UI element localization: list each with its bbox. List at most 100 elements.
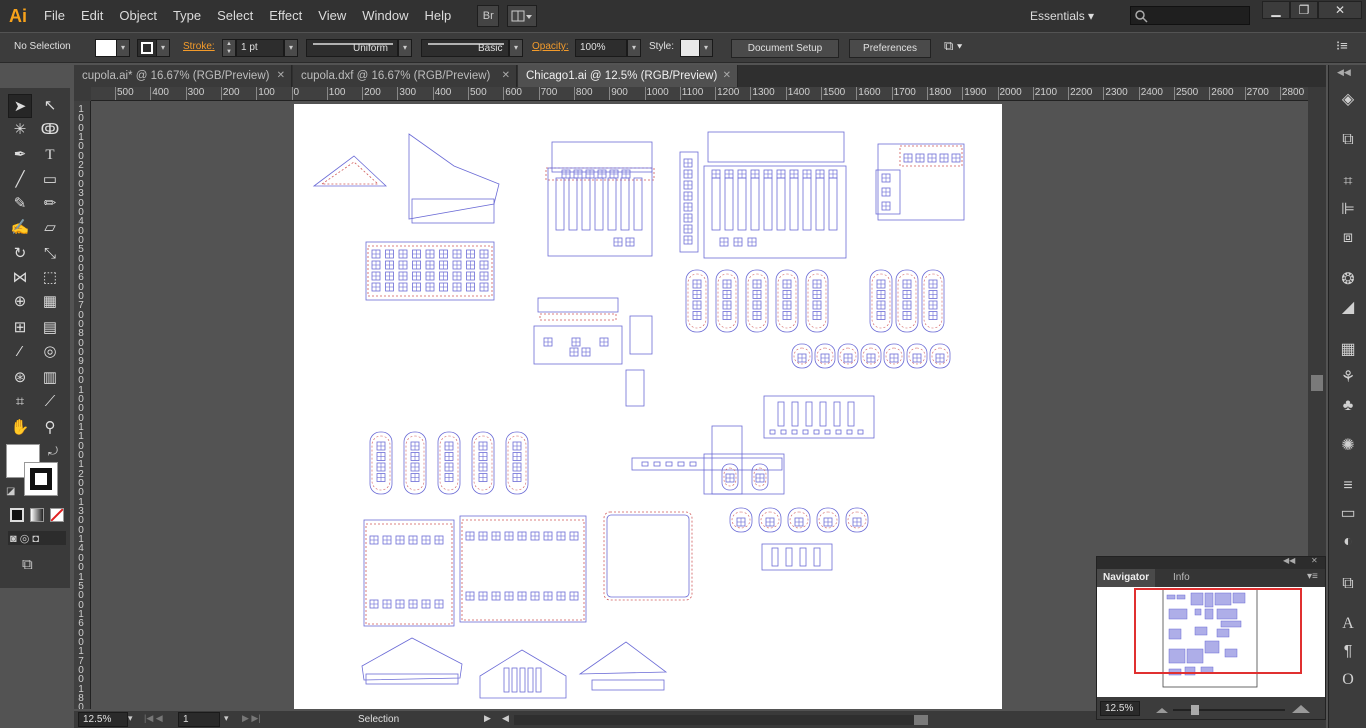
column[interactable] <box>833 401 841 427</box>
navigator-zoom-input[interactable]: 12.5% <box>1100 701 1140 716</box>
roof-piece[interactable] <box>408 133 500 220</box>
selection-tool-icon[interactable]: ➤ <box>8 94 32 118</box>
horizontal-ruler[interactable]: 500 400 300 200 100 0 100 200 300 400 500 600 700 800… <box>91 87 1308 101</box>
window-slot[interactable] <box>519 667 526 693</box>
shape-builder-tool-icon[interactable]: ⊕ <box>8 290 32 314</box>
magic-wand-tool-icon[interactable]: ✳ <box>8 118 32 142</box>
hand-tool-icon[interactable]: ✋ <box>8 416 32 440</box>
collapse-dock-icon[interactable]: ◀◀ <box>1337 67 1351 78</box>
direct-selection-tool-icon[interactable]: ↖ <box>38 94 62 118</box>
zoom-level-input[interactable]: 12.5% <box>78 712 128 727</box>
status-menu-icon[interactable]: ▶ <box>484 713 491 724</box>
appearance-panel-icon[interactable]: ✺ <box>1337 435 1359 457</box>
transparency-panel-icon[interactable]: ◐ <box>1337 531 1359 553</box>
tab-cupola-ai[interactable]: cupola.ai* @ 16.67% (RGB/Preview) ✕ <box>74 65 292 87</box>
slot[interactable] <box>802 429 809 435</box>
pilaster[interactable] <box>581 177 591 231</box>
crenellation-piece[interactable] <box>537 297 619 313</box>
pilaster[interactable] <box>568 177 578 231</box>
column[interactable] <box>805 401 813 427</box>
artboard-dropdown-icon[interactable]: ▾ <box>224 713 229 724</box>
pilaster[interactable] <box>789 177 799 231</box>
perspective-grid-tool-icon[interactable]: ▦ <box>38 290 62 314</box>
artboard[interactable] <box>294 104 1002 709</box>
mesh-tool-icon[interactable]: ⊞ <box>8 316 32 340</box>
column[interactable] <box>799 547 807 567</box>
navigator-panel-header[interactable]: ◀◀ ✕ <box>1097 556 1325 569</box>
menu-select[interactable]: Select <box>209 0 261 32</box>
pilaster[interactable] <box>737 177 747 231</box>
search-field[interactable] <box>1130 6 1250 25</box>
navigator-zoom-thumb[interactable] <box>1191 705 1199 715</box>
blend-tool-icon[interactable]: ◎ <box>38 340 62 364</box>
fold-line[interactable] <box>899 145 963 167</box>
brush-definition[interactable]: Basic <box>421 39 509 57</box>
minimize-button[interactable]: ▁ <box>1262 1 1290 19</box>
column[interactable] <box>847 401 855 427</box>
slot[interactable] <box>769 429 776 435</box>
bridge-button[interactable]: Br <box>477 5 500 27</box>
opacity-input[interactable]: 100% <box>575 39 627 57</box>
zoom-tool-icon[interactable]: ⚲ <box>38 416 62 440</box>
default-colors-icon[interactable]: ◪ <box>6 486 15 497</box>
pilaster[interactable] <box>607 177 617 231</box>
close-tab-icon[interactable]: ✕ <box>277 65 285 87</box>
style-dropdown[interactable]: ▾ <box>699 39 713 57</box>
close-tab-icon[interactable]: ✕ <box>502 65 510 87</box>
vertical-ruler[interactable]: 1001002003004005006007008009001000110012… <box>74 101 91 709</box>
eraser-tool-icon[interactable]: ▱ <box>38 216 62 240</box>
menu-edit[interactable]: Edit <box>73 0 111 32</box>
free-transform-tool-icon[interactable]: ⬚ <box>38 266 62 290</box>
pilaster[interactable] <box>776 177 786 231</box>
paragraph-panel-icon[interactable]: ¶ <box>1337 641 1359 663</box>
pilaster[interactable] <box>620 177 630 231</box>
pathfinder-panel-icon[interactable]: ⧈ <box>1337 227 1359 249</box>
restore-button[interactable]: ❐ <box>1290 1 1318 19</box>
stroke-weight-input[interactable]: 1 pt <box>236 39 284 57</box>
tab-chicago1-ai[interactable]: Chicago1.ai @ 12.5% (RGB/Preview) ✕ <box>518 65 738 87</box>
scale-tool-icon[interactable]: ⤡ <box>38 242 62 266</box>
fold-line[interactable] <box>539 313 617 321</box>
paintbrush-tool-icon[interactable]: ✎ <box>8 192 32 216</box>
column[interactable] <box>813 547 821 567</box>
horizontal-scroll-thumb[interactable] <box>914 715 928 725</box>
facade-piece[interactable] <box>551 141 653 173</box>
slot[interactable] <box>689 461 697 467</box>
pilaster[interactable] <box>750 177 760 231</box>
draw-normal-icon[interactable]: ◙ ◎ ◘ <box>10 532 39 545</box>
artwork-dieline-pieces[interactable] <box>294 104 1002 709</box>
gradient-tool-icon[interactable]: ▤ <box>38 316 62 340</box>
workspace-switcher[interactable]: Essentials ▾ <box>1030 0 1094 32</box>
tab-info[interactable]: Info <box>1167 569 1196 587</box>
facade-piece[interactable] <box>547 167 653 257</box>
pilaster[interactable] <box>594 177 604 231</box>
slot[interactable] <box>677 461 685 467</box>
layers-panel-icon[interactable]: ◈ <box>1337 89 1359 111</box>
pilaster[interactable] <box>724 177 734 231</box>
close-button[interactable]: ✕ <box>1318 1 1362 19</box>
slot[interactable] <box>791 429 798 435</box>
screen-mode-icon[interactable]: ⧉ <box>22 556 33 573</box>
character-panel-icon[interactable]: A <box>1337 613 1359 635</box>
preferences-button[interactable]: Preferences <box>849 39 931 58</box>
slot[interactable] <box>641 461 649 467</box>
navigator-panel-icon[interactable]: ⧉ <box>1337 573 1359 595</box>
stroke-label[interactable]: Stroke: <box>183 41 215 52</box>
roof-base[interactable] <box>591 679 665 691</box>
arrange-icon[interactable]: ⧉ ▾ <box>944 38 962 54</box>
base-plate[interactable] <box>603 511 693 601</box>
bracket-piece[interactable] <box>625 369 645 407</box>
fill-dropdown[interactable]: ▾ <box>116 39 130 57</box>
ruler-origin[interactable] <box>74 87 91 101</box>
variable-width-profile[interactable]: Uniform <box>306 39 398 57</box>
stroke-weight-dropdown[interactable]: ▾ <box>284 39 298 57</box>
window-slot[interactable] <box>535 667 542 693</box>
horizontal-scrollbar[interactable] <box>514 715 928 725</box>
swatches-panel-icon[interactable]: ▦ <box>1337 339 1359 361</box>
collapse-panel-icon[interactable]: ◀◀ <box>1283 556 1295 565</box>
pilaster[interactable] <box>802 177 812 231</box>
column[interactable] <box>777 401 785 427</box>
lasso-tool-icon[interactable]: ↂ <box>38 118 62 142</box>
color-panel-icon[interactable]: ❂ <box>1337 269 1359 291</box>
facade-piece[interactable] <box>877 143 965 221</box>
